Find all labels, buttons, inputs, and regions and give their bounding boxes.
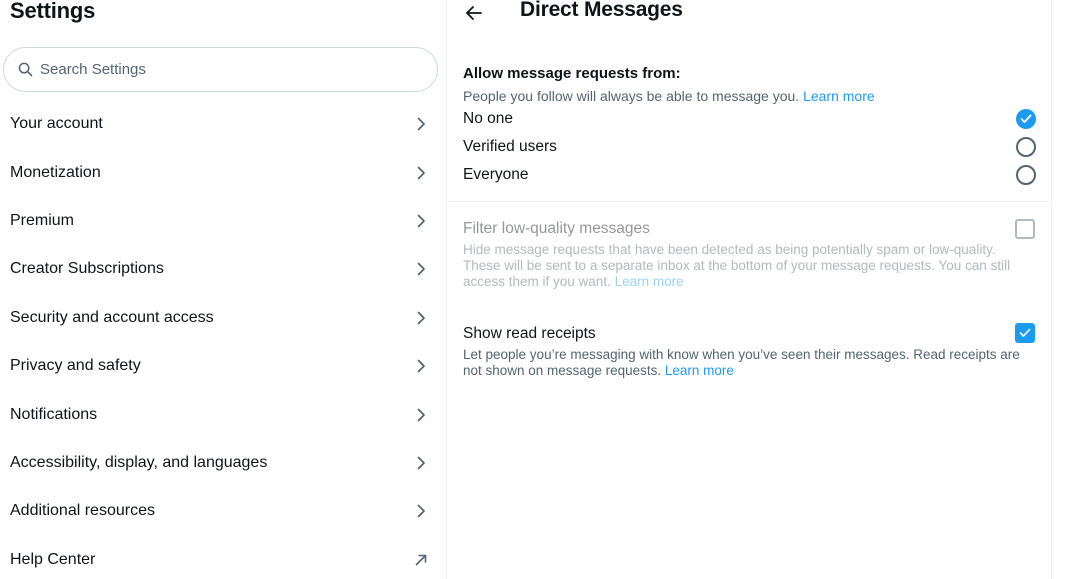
- filter-checkbox[interactable]: [1015, 219, 1035, 239]
- sidebar-item-label: Creator Subscriptions: [10, 260, 164, 278]
- sidebar-item-monetization[interactable]: Monetization: [0, 148, 446, 196]
- read-receipts-title: Show read receipts: [463, 325, 596, 342]
- radio-unselected[interactable]: [1016, 165, 1036, 185]
- chevron-right-icon: [414, 214, 428, 228]
- sidebar-item-security[interactable]: Security and account access: [0, 294, 446, 342]
- read-receipts-description: Let people you’re messaging with know wh…: [463, 347, 1023, 379]
- learn-more-link[interactable]: Learn more: [615, 274, 684, 289]
- sidebar-item-label: Security and account access: [10, 308, 214, 326]
- app-root: Settings Search Settings Your account Mo…: [0, 0, 1080, 579]
- chevron-right-icon: [414, 262, 428, 276]
- search-settings-input[interactable]: Search Settings: [3, 47, 438, 92]
- sidebar-item-help-center[interactable]: Help Center: [0, 536, 446, 579]
- chevron-right-icon: [414, 408, 428, 422]
- sidebar-item-notifications[interactable]: Notifications: [0, 390, 446, 438]
- sidebar-item-label: Help Center: [10, 550, 96, 568]
- allow-requests-heading: Allow message requests from:: [463, 65, 681, 82]
- sidebar-item-creator-subscriptions[interactable]: Creator Subscriptions: [0, 245, 446, 293]
- section-divider: [448, 201, 1052, 202]
- sidebar-item-label: Premium: [10, 211, 75, 229]
- allow-requests-subtext: People you follow will always be able to…: [463, 88, 875, 104]
- sidebar-item-accessibility[interactable]: Accessibility, display, and languages: [0, 439, 446, 487]
- settings-sidebar: Settings Search Settings Your account Mo…: [0, 0, 447, 579]
- sidebar-item-premium[interactable]: Premium: [0, 197, 446, 245]
- learn-more-link[interactable]: Learn more: [803, 88, 875, 104]
- back-arrow-icon: [466, 6, 482, 20]
- chevron-right-icon: [414, 117, 428, 131]
- external-link-arrow-icon: [414, 553, 428, 567]
- filter-description-body: Hide message requests that have been det…: [463, 242, 1011, 289]
- radio-selected[interactable]: [1016, 109, 1036, 129]
- page-title: Direct Messages: [520, 0, 683, 21]
- chevron-right-icon: [414, 311, 428, 325]
- filter-title: Filter low-quality messages: [463, 220, 650, 237]
- sidebar-item-your-account[interactable]: Your account: [0, 100, 446, 148]
- option-label: Verified users: [463, 138, 557, 155]
- sidebar-item-label: Monetization: [10, 163, 101, 181]
- option-verified-users[interactable]: Verified users: [463, 134, 1036, 160]
- filter-description: Hide message requests that have been det…: [463, 242, 1023, 290]
- option-everyone[interactable]: Everyone: [463, 162, 1036, 188]
- radio-unselected[interactable]: [1016, 137, 1036, 157]
- search-icon: [18, 62, 34, 78]
- allow-requests-subtext-body: People you follow will always be able to…: [463, 88, 800, 104]
- sidebar-item-label: Additional resources: [10, 502, 155, 520]
- sidebar-item-label: Your account: [10, 115, 103, 133]
- option-no-one[interactable]: No one: [463, 106, 1036, 132]
- chevron-right-icon: [414, 166, 428, 180]
- chevron-right-icon: [414, 504, 428, 518]
- search-placeholder: Search Settings: [40, 61, 146, 78]
- chevron-right-icon: [414, 359, 428, 373]
- option-label: Everyone: [463, 166, 529, 183]
- sidebar-item-label: Privacy and safety: [10, 357, 141, 375]
- chevron-right-icon: [414, 456, 428, 470]
- checkmark-icon: [1019, 328, 1031, 337]
- direct-messages-panel: Direct Messages Allow message requests f…: [448, 0, 1052, 579]
- settings-title: Settings: [10, 0, 96, 23]
- sidebar-item-additional-resources[interactable]: Additional resources: [0, 487, 446, 535]
- settings-menu: Your account Monetization Premium Creato…: [0, 100, 446, 579]
- option-label: No one: [463, 110, 513, 127]
- learn-more-link[interactable]: Learn more: [665, 363, 734, 378]
- sidebar-item-label: Accessibility, display, and languages: [10, 453, 268, 471]
- read-receipts-description-body: Let people you’re messaging with know wh…: [463, 347, 1020, 378]
- sidebar-item-label: Notifications: [10, 405, 98, 423]
- checkmark-icon: [1020, 114, 1032, 123]
- read-receipts-checkbox[interactable]: [1015, 323, 1035, 343]
- back-button[interactable]: [464, 3, 484, 23]
- sidebar-item-privacy[interactable]: Privacy and safety: [0, 342, 446, 390]
